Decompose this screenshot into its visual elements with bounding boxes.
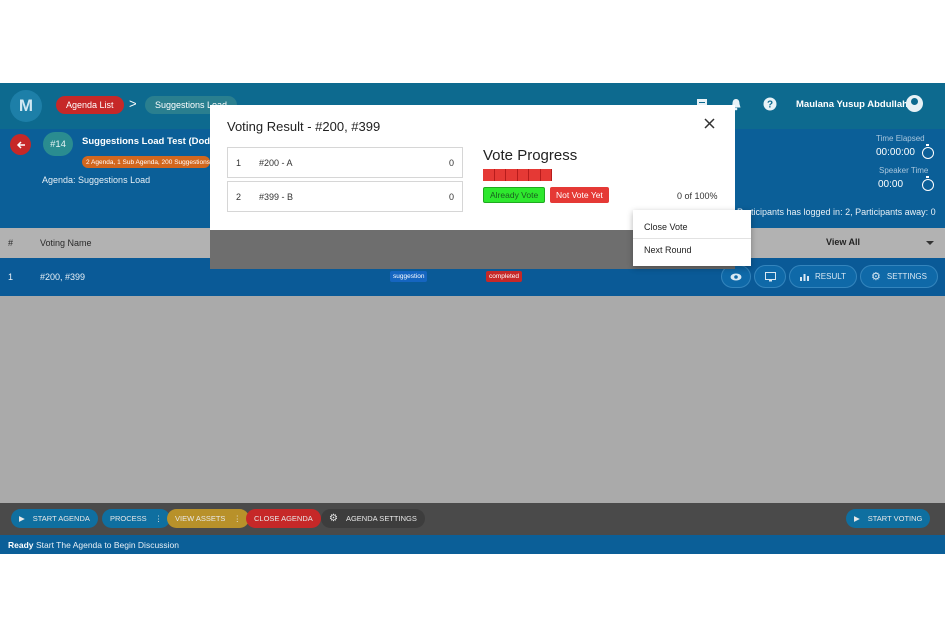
more-vert-icon: ⋮ bbox=[154, 514, 163, 523]
vote-progress-count: 0 of 100% bbox=[677, 191, 718, 201]
time-elapsed-label: Time Elapsed bbox=[876, 134, 925, 143]
close-agenda-button[interactable]: CLOSE AGENDA bbox=[246, 509, 321, 528]
result-label: RESULT bbox=[815, 272, 846, 281]
agenda-settings-button[interactable]: ⚙ AGENDA SETTINGS bbox=[321, 509, 425, 528]
view-assets-button[interactable]: VIEW ASSETS ⋮ bbox=[167, 509, 249, 528]
stopwatch-icon bbox=[922, 176, 934, 191]
result-number: 2 bbox=[236, 192, 242, 202]
help-icon[interactable]: ? bbox=[762, 96, 778, 112]
status-state: Ready bbox=[8, 540, 34, 550]
view-assets-label: VIEW ASSETS bbox=[175, 514, 226, 523]
meeting-number-chip: #14 bbox=[43, 132, 73, 156]
close-icon[interactable] bbox=[704, 116, 715, 133]
vote-progress-segment bbox=[506, 169, 518, 181]
result-count: 0 bbox=[448, 192, 454, 202]
app-logo[interactable]: M bbox=[10, 90, 42, 122]
time-elapsed-value: 00:00:00 bbox=[876, 147, 915, 158]
app-window: M Agenda List > Suggestions Load ? Maula… bbox=[0, 83, 945, 554]
type-tag: suggestion bbox=[390, 271, 428, 282]
vote-progress-bar bbox=[483, 169, 552, 181]
process-label: PROCESS bbox=[110, 514, 147, 523]
already-vote-legend: Already Vote bbox=[483, 187, 546, 203]
result-button[interactable]: RESULT bbox=[789, 265, 857, 288]
more-vert-icon: ⋮ bbox=[233, 514, 241, 523]
agenda-settings-label: AGENDA SETTINGS bbox=[345, 514, 417, 523]
start-voting-label: START VOTING bbox=[867, 514, 923, 523]
meeting-title: Suggestions Load Test (Dodo) bbox=[82, 136, 220, 147]
view-all-select[interactable]: View All bbox=[826, 237, 860, 247]
present-button[interactable] bbox=[754, 265, 786, 288]
user-avatar-icon[interactable] bbox=[906, 95, 923, 112]
svg-text:?: ? bbox=[767, 100, 773, 111]
result-row: 2 #399 - B 0 bbox=[227, 181, 463, 212]
speaker-time-value: 00:00 bbox=[878, 179, 904, 190]
agenda-label: Agenda: Suggestions Load bbox=[42, 175, 151, 185]
eye-icon bbox=[730, 273, 742, 280]
menu-divider bbox=[633, 238, 751, 239]
result-number: 1 bbox=[236, 158, 242, 168]
status-message: Start The Agenda to Begin Discussion bbox=[36, 540, 180, 550]
chevron-down-icon[interactable] bbox=[926, 241, 934, 245]
user-name[interactable]: Maulana Yusup Abdullah bbox=[796, 99, 908, 110]
vote-progress-segment bbox=[518, 169, 529, 181]
breadcrumb-agenda-list[interactable]: Agenda List bbox=[56, 96, 124, 114]
col-voting-name: Voting Name bbox=[40, 238, 92, 248]
settings-label: SETTINGS bbox=[886, 272, 927, 281]
row-voting-name: #200, #399 bbox=[40, 272, 86, 282]
speaker-time-label: Speaker Time bbox=[879, 166, 929, 175]
gear-icon: ⚙ bbox=[329, 513, 338, 524]
row-number: 1 bbox=[8, 272, 14, 282]
settings-button[interactable]: ⚙ SETTINGS bbox=[860, 265, 938, 288]
menu-item-next-round[interactable]: Next Round bbox=[644, 245, 692, 255]
participants-status: Participants has logged in: 2, Participa… bbox=[737, 207, 936, 217]
stopwatch-icon bbox=[922, 144, 934, 159]
result-name: #399 - B bbox=[259, 192, 294, 202]
gear-icon: ⚙ bbox=[871, 271, 881, 283]
col-number: # bbox=[8, 238, 14, 248]
back-arrow-icon[interactable] bbox=[10, 134, 31, 155]
start-agenda-button[interactable]: ▶ START AGENDA bbox=[11, 509, 98, 528]
footer-action-bar: ▶ START AGENDA PROCESS ⋮ VIEW ASSETS ⋮ C… bbox=[0, 503, 945, 535]
vote-progress-segment bbox=[529, 169, 541, 181]
result-row: 1 #200 - A 0 bbox=[227, 147, 463, 178]
result-name: #200 - A bbox=[259, 158, 293, 168]
vote-progress-segment bbox=[541, 169, 552, 181]
status-tag: completed bbox=[486, 271, 522, 282]
start-voting-button[interactable]: ▶ START VOTING bbox=[846, 509, 931, 528]
bar-chart-icon bbox=[800, 274, 810, 281]
play-icon: ▶ bbox=[854, 514, 860, 523]
close-agenda-label: CLOSE AGENDA bbox=[254, 514, 313, 523]
modal-title: Voting Result - #200, #399 bbox=[227, 119, 381, 134]
settings-dropdown-menu: Close Vote Next Round bbox=[633, 210, 751, 266]
result-count: 0 bbox=[448, 158, 454, 168]
start-agenda-label: START AGENDA bbox=[32, 514, 90, 523]
monitor-icon bbox=[764, 271, 776, 281]
vote-progress-title: Vote Progress bbox=[483, 147, 578, 164]
play-icon: ▶ bbox=[19, 514, 25, 523]
process-button[interactable]: PROCESS ⋮ bbox=[102, 509, 171, 528]
not-vote-yet-legend: Not Vote Yet bbox=[550, 187, 609, 203]
vote-progress-segment bbox=[495, 169, 506, 181]
menu-item-close-vote[interactable]: Close Vote bbox=[644, 222, 688, 232]
meeting-summary-badge: 2 Agenda, 1 Sub Agenda, 200 Suggestions bbox=[82, 156, 210, 168]
status-bar: Ready Start The Agenda to Begin Discussi… bbox=[0, 535, 945, 554]
breadcrumb-separator: > bbox=[129, 96, 137, 111]
vote-progress-segment bbox=[483, 169, 495, 181]
